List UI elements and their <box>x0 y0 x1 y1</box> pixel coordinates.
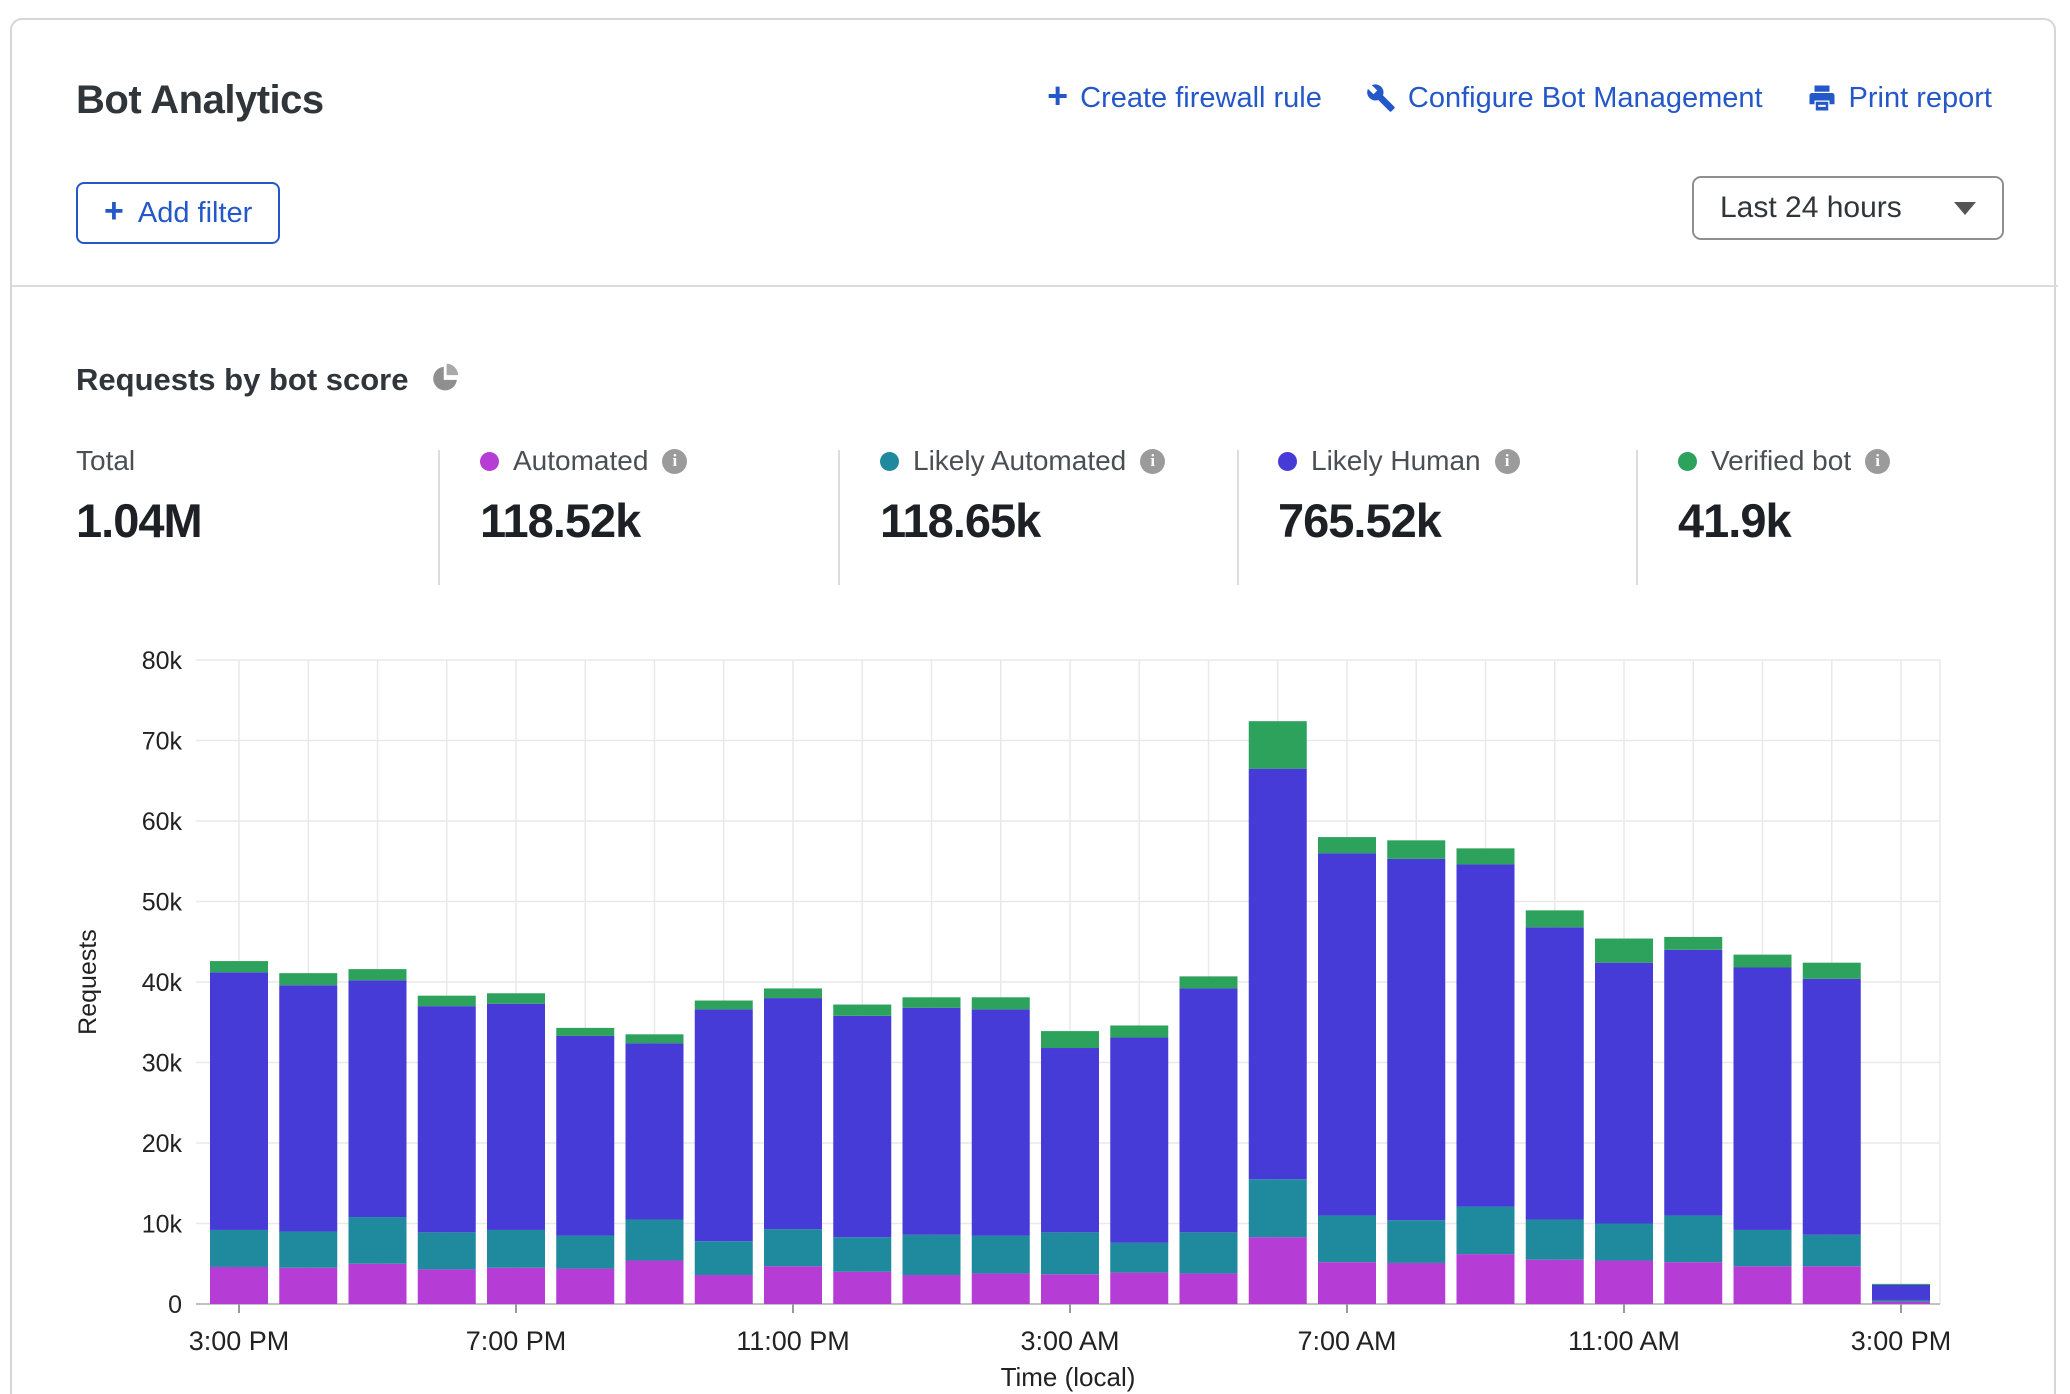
info-icon[interactable]: i <box>1140 449 1165 474</box>
stat-automated-label: Automated <box>513 445 648 477</box>
stat-likely-human: Likely Human i 765.52k <box>1278 445 1520 548</box>
info-icon[interactable]: i <box>1865 449 1890 474</box>
plus-icon: + <box>104 194 124 228</box>
svg-text:40k: 40k <box>142 969 183 997</box>
stat-likely-automated: Likely Automated i 118.65k <box>880 445 1165 548</box>
plus-icon: + <box>1047 78 1068 114</box>
stat-likely-automated-label: Likely Automated <box>913 445 1126 477</box>
svg-text:0: 0 <box>168 1291 182 1319</box>
likely-human-legend-dot <box>1278 452 1297 471</box>
svg-text:10k: 10k <box>142 1211 183 1239</box>
stat-automated-value: 118.52k <box>480 493 687 548</box>
stat-likely-human-label: Likely Human <box>1311 445 1481 477</box>
info-icon[interactable]: i <box>662 449 687 474</box>
stat-divider <box>1636 450 1638 585</box>
printer-icon <box>1807 83 1837 113</box>
stat-verified-bot-value: 41.9k <box>1678 493 1890 548</box>
svg-text:70k: 70k <box>142 728 183 756</box>
stat-verified-bot-label: Verified bot <box>1711 445 1851 477</box>
header-actions: + Create firewall rule Configure Bot Man… <box>1047 80 1992 116</box>
stats-row: Total 1.04M Automated i 118.52k Likely A… <box>0 445 2070 590</box>
requests-by-bot-score-chart: 0 10k 20k 30k 40k 50k 60k 70k 80k 3:00 PM 7:00 PM 1… <box>0 620 2070 1394</box>
header-divider <box>12 285 2058 287</box>
svg-text:60k: 60k <box>142 808 183 836</box>
svg-text:11:00 AM: 11:00 AM <box>1568 1326 1680 1356</box>
print-report-link[interactable]: Print report <box>1807 82 1992 115</box>
svg-text:30k: 30k <box>142 1050 183 1078</box>
stat-likely-human-value: 765.52k <box>1278 493 1520 548</box>
stat-verified-bot: Verified bot i 41.9k <box>1678 445 1890 548</box>
print-report-label: Print report <box>1849 82 1992 115</box>
bot-analytics-page: Bot Analytics + Create firewall rule Con… <box>0 0 2070 1394</box>
svg-text:80k: 80k <box>142 647 183 675</box>
svg-text:3:00 PM: 3:00 PM <box>189 1326 290 1356</box>
chevron-down-icon <box>1954 202 1976 215</box>
stat-divider <box>438 450 440 585</box>
time-range-value: Last 24 hours <box>1720 191 1902 225</box>
page-title: Bot Analytics <box>76 78 324 123</box>
stat-likely-automated-value: 118.65k <box>880 493 1165 548</box>
likely-automated-legend-dot <box>880 452 899 471</box>
svg-text:3:00 PM: 3:00 PM <box>1851 1326 1952 1356</box>
configure-bot-management-label: Configure Bot Management <box>1408 82 1763 115</box>
info-icon[interactable]: i <box>1495 449 1520 474</box>
svg-text:Time (local): Time (local) <box>1001 1362 1136 1392</box>
stat-total-value: 1.04M <box>76 493 202 548</box>
svg-text:7:00 PM: 7:00 PM <box>466 1326 567 1356</box>
add-filter-label: Add filter <box>138 197 252 230</box>
add-filter-button[interactable]: + Add filter <box>76 182 280 244</box>
create-firewall-rule-link[interactable]: + Create firewall rule <box>1047 80 1322 116</box>
time-range-dropdown[interactable]: Last 24 hours <box>1692 176 2004 240</box>
svg-text:3:00 AM: 3:00 AM <box>1020 1326 1119 1356</box>
pie-chart-icon <box>430 363 460 398</box>
svg-text:20k: 20k <box>142 1130 183 1158</box>
stat-divider <box>838 450 840 585</box>
svg-text:50k: 50k <box>142 889 183 917</box>
section-title: Requests by bot score <box>76 362 408 398</box>
stat-divider <box>1237 450 1239 585</box>
configure-bot-management-link[interactable]: Configure Bot Management <box>1366 82 1763 115</box>
automated-legend-dot <box>480 452 499 471</box>
stat-total-label: Total <box>76 445 135 477</box>
bot-score-chart-svg[interactable]: 0 10k 20k 30k 40k 50k 60k 70k 80k 3:00 PM 7:00 PM 1… <box>0 620 2070 1394</box>
wrench-icon <box>1366 83 1396 113</box>
stat-total: Total 1.04M <box>76 445 202 548</box>
create-firewall-rule-label: Create firewall rule <box>1080 82 1322 115</box>
svg-text:7:00 AM: 7:00 AM <box>1297 1326 1396 1356</box>
stat-automated: Automated i 118.52k <box>480 445 687 548</box>
svg-text:11:00 PM: 11:00 PM <box>736 1326 850 1356</box>
svg-text:Requests: Requests <box>74 929 102 1035</box>
verified-bot-legend-dot <box>1678 452 1697 471</box>
